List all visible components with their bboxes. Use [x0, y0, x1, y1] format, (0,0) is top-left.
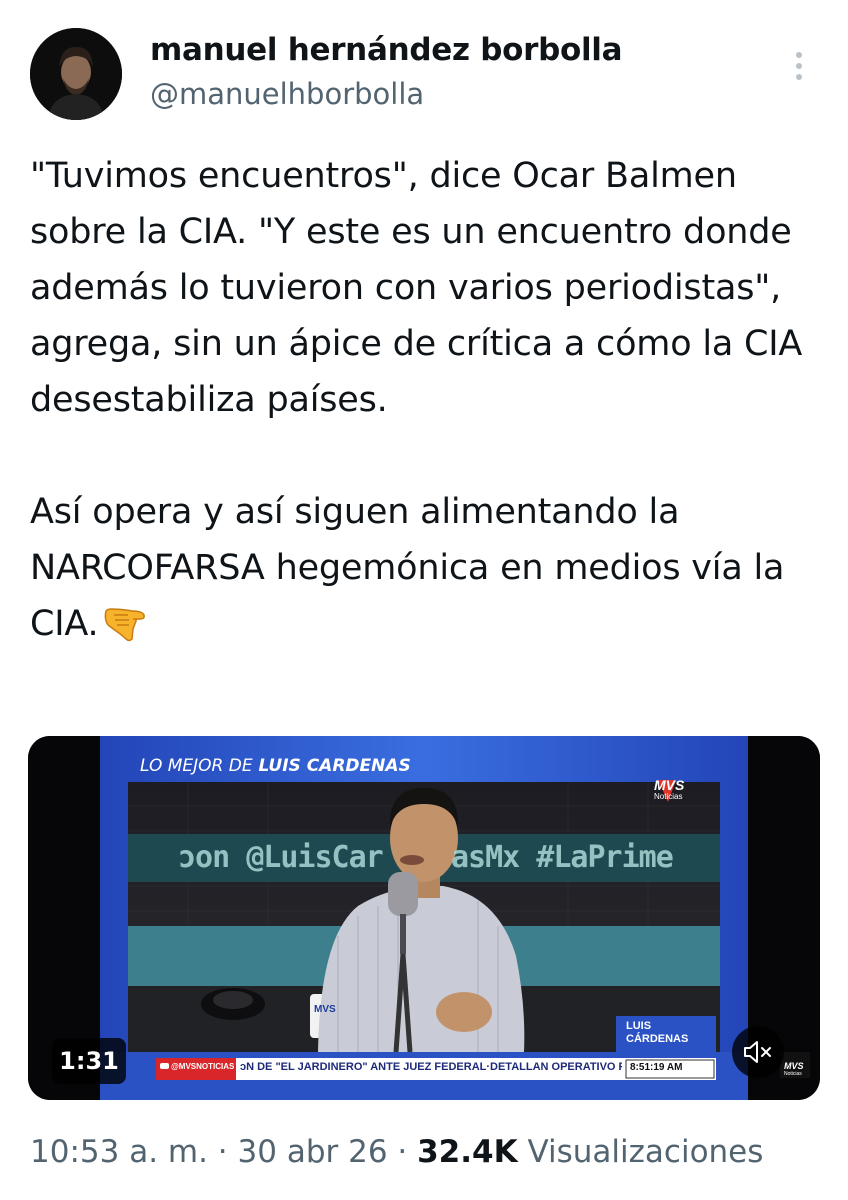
- channel-logo: MVS Noticias: [654, 777, 685, 802]
- show-title-prefix: LO MEJOR DE: [140, 756, 253, 776]
- author-name[interactable]: manuel hernández borbolla: [150, 32, 623, 68]
- dot-icon: [796, 74, 802, 80]
- channel-logo-text: MVS: [654, 777, 685, 793]
- host-label-line2: CÁRDENAS: [626, 1033, 689, 1045]
- speaker-muted-icon: [744, 1041, 771, 1063]
- host-label-line1: LUIS: [626, 1020, 652, 1032]
- video-player[interactable]: LO MEJOR DE LUIS CARDENAS MVS Noticias ɔ…: [28, 736, 820, 1100]
- meta-separator: ·: [387, 1134, 418, 1170]
- avatar[interactable]: [30, 28, 122, 120]
- post-time[interactable]: 10:53 a. m.: [30, 1134, 208, 1170]
- youtube-icon: [160, 1063, 169, 1069]
- dot-icon: [796, 63, 802, 69]
- ticker-source: @MVSNOTICIAS: [160, 1062, 234, 1071]
- post-date[interactable]: 30 abr 26: [238, 1134, 388, 1170]
- views-label: Visualizaciones: [527, 1134, 764, 1170]
- ticker-clock: 8:51:19 AM: [630, 1062, 683, 1073]
- ticker-source-text: @MVSNOTICIAS: [171, 1062, 235, 1071]
- author-handle[interactable]: @manuelhborbolla: [150, 77, 424, 111]
- post-text-content: "Tuvimos encuentros", dice Ocar Balmen s…: [30, 156, 803, 644]
- more-options-button[interactable]: [784, 44, 814, 88]
- backhand-index-pointing-down-icon: [105, 608, 146, 642]
- video-frame: [28, 736, 820, 1100]
- show-title: LO MEJOR DE LUIS CARDENAS: [140, 756, 411, 776]
- post-meta: 10:53 a. m. · 30 abr 26 · 32.4K Visualiz…: [30, 1134, 763, 1170]
- corner-logo-text: MVS: [784, 1061, 804, 1071]
- wall-hashtags: ɔon @LuisCar asMx #LaPrime: [178, 840, 674, 875]
- views-count: 32.4K: [417, 1134, 518, 1170]
- ticker-text: ɔN DE "EL JARDINERO" ANTE JUEZ FEDERAL·D…: [240, 1061, 622, 1073]
- corner-logo: MVS Noticias: [784, 1062, 804, 1078]
- mute-button[interactable]: [732, 1026, 784, 1078]
- channel-logo-sub: Noticias: [654, 792, 683, 801]
- mug-logo: MVS: [314, 1004, 336, 1015]
- corner-logo-sub: Noticias: [784, 1071, 802, 1077]
- host-label: LUIS CÁRDENAS: [626, 1020, 688, 1046]
- meta-separator: ·: [207, 1134, 238, 1170]
- post-text: "Tuvimos encuentros", dice Ocar Balmen s…: [30, 148, 830, 652]
- dot-icon: [796, 52, 802, 58]
- avatar-photo: [30, 28, 122, 120]
- show-title-name: LUIS CARDENAS: [258, 756, 411, 776]
- video-duration-badge: 1:31: [52, 1038, 126, 1084]
